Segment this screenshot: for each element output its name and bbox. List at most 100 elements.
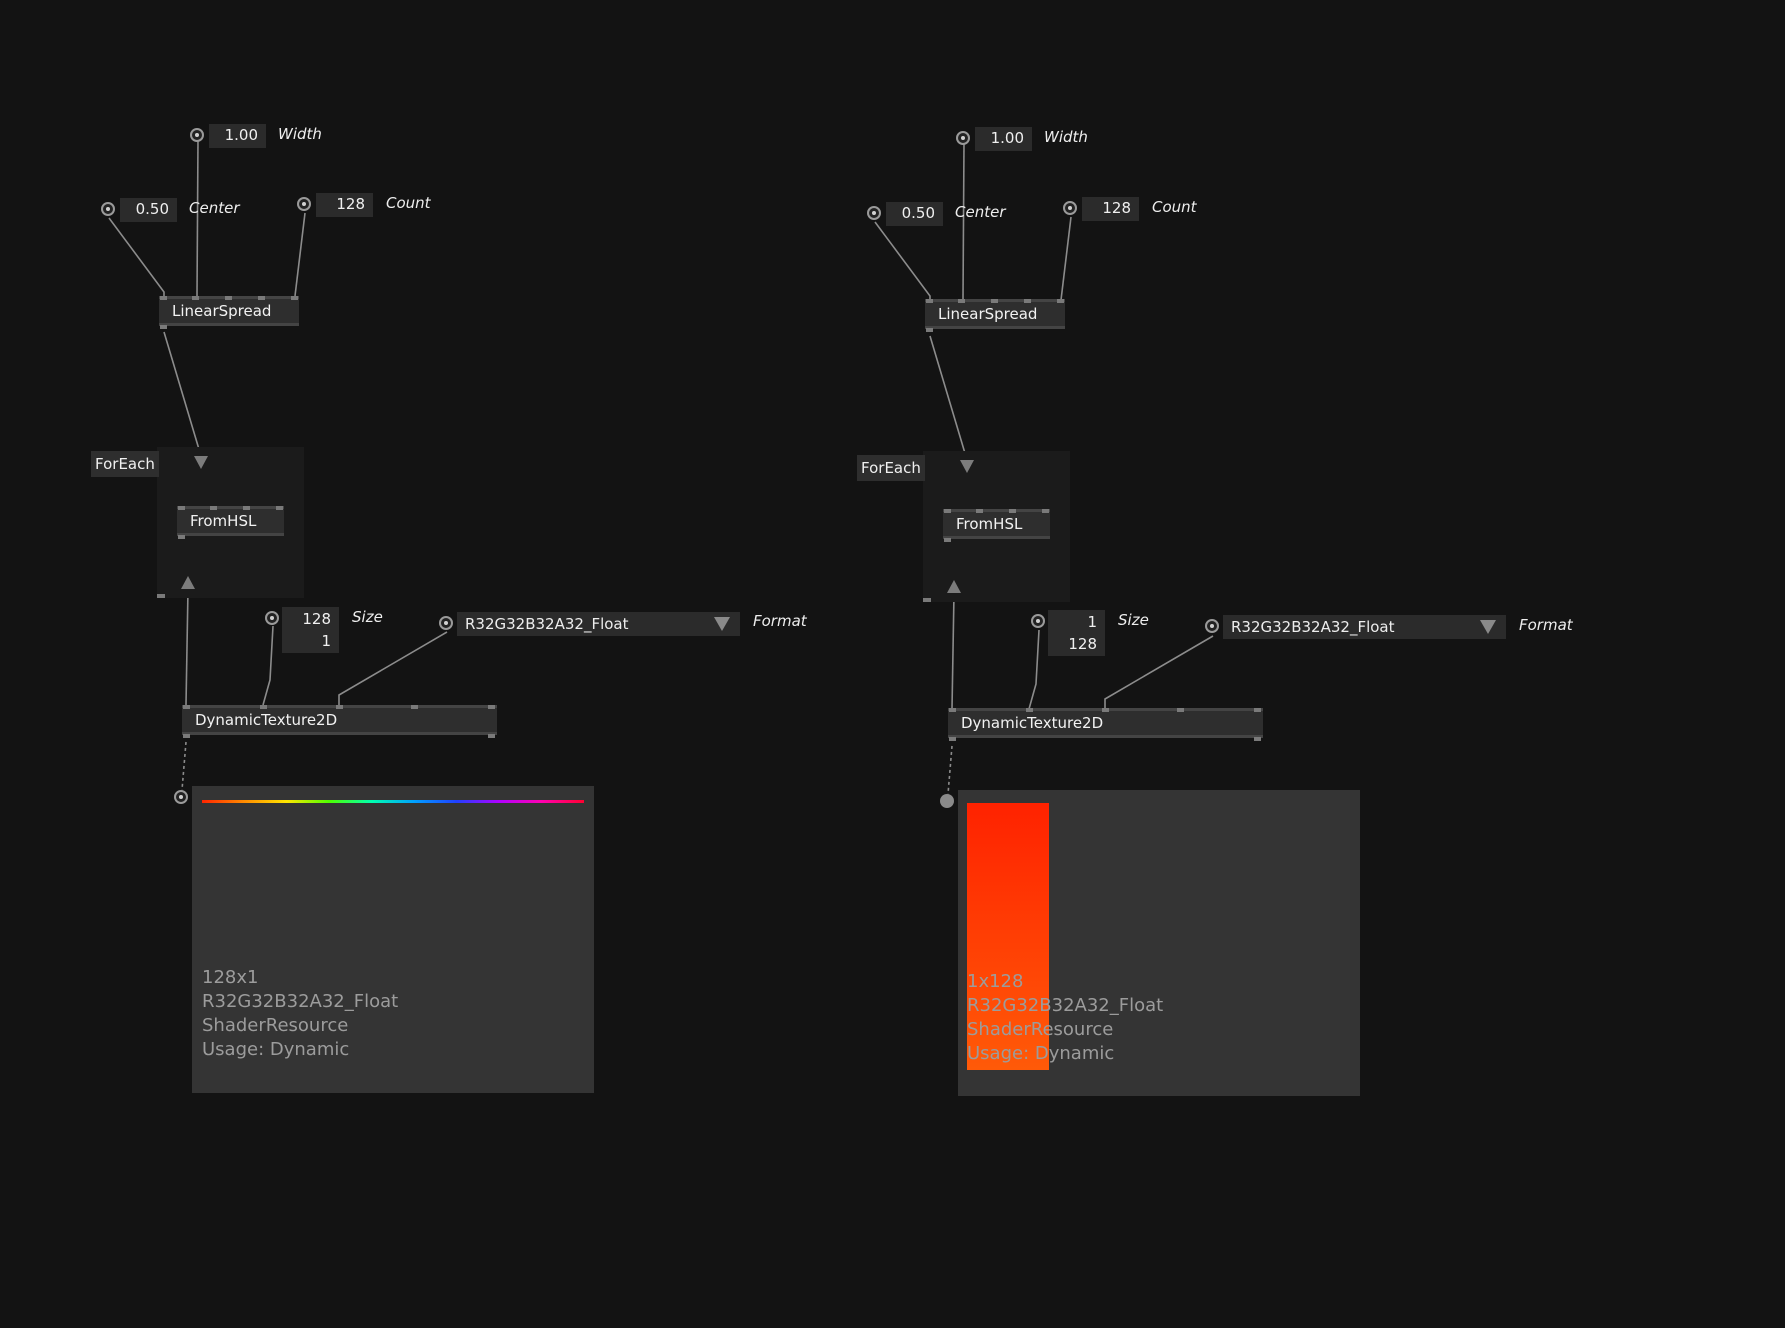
input-pin[interactable] [258,296,265,300]
input-pin[interactable] [1254,708,1261,712]
input-pin[interactable] [243,506,250,510]
input-pin[interactable] [336,705,343,709]
connection-wire [874,221,931,300]
count-pin[interactable] [297,197,311,211]
region-pin[interactable] [157,594,165,598]
width-iobox[interactable]: 1.00 [209,124,266,148]
input-pin[interactable] [411,705,418,709]
dynamictexture2d-node[interactable]: DynamicTexture2D [182,705,497,738]
format-pin[interactable] [439,616,453,630]
size-iobox[interactable]: 128 1 [282,607,339,653]
input-pin[interactable] [260,705,267,709]
center-pin[interactable] [101,202,115,216]
center-label: Center [955,203,1006,221]
preview-usage: Usage: Dynamic [202,1039,350,1060]
format-selected-value: R32G32B32A32_Float [1231,618,1395,636]
input-pin[interactable] [183,705,190,709]
dropdown-arrow-icon[interactable] [1480,620,1496,634]
input-pin[interactable] [1102,708,1109,712]
count-pin[interactable] [1063,201,1077,215]
dropdown-arrow-icon[interactable] [714,617,730,631]
fromhsl-node-title: FromHSL [956,515,1023,533]
size-y-value[interactable]: 128 [1052,633,1097,655]
size-pin[interactable] [265,611,279,625]
preview-format: R32G32B32A32_Float [967,995,1164,1016]
size-pin[interactable] [1031,614,1045,628]
output-pin[interactable] [160,325,167,329]
fromhsl-node[interactable]: FromHSL [177,506,284,539]
output-pin[interactable] [183,734,190,738]
count-iobox[interactable]: 128 [1082,197,1139,221]
input-pin[interactable] [160,296,167,300]
output-pin[interactable] [488,734,495,738]
connection-wire [1060,216,1072,301]
input-pin[interactable] [991,299,998,303]
input-pin[interactable] [210,506,217,510]
count-label: Count [1152,198,1197,216]
splicer-output-icon[interactable] [181,576,195,589]
input-pin[interactable] [976,509,983,513]
input-pin[interactable] [1177,708,1184,712]
width-pin[interactable] [956,131,970,145]
format-pin[interactable] [1205,619,1219,633]
splicer-input-icon[interactable] [194,456,208,469]
input-pin[interactable] [926,299,933,303]
input-pin[interactable] [1042,509,1049,513]
output-pin[interactable] [926,328,933,332]
input-pin[interactable] [1057,299,1064,303]
connection-wire [185,588,189,706]
size-y-value[interactable]: 1 [286,630,331,652]
output-pin[interactable] [178,535,185,539]
foreach-label[interactable]: ForEach [91,451,159,477]
count-iobox[interactable]: 128 [316,193,373,217]
center-pin[interactable] [867,206,881,220]
input-pin[interactable] [1026,708,1033,712]
width-label: Width [1044,128,1088,146]
linearspread-node-title: LinearSpread [172,302,272,320]
preview-pin[interactable] [940,794,954,808]
size-x-value[interactable]: 128 [286,608,331,630]
splicer-output-icon[interactable] [947,580,961,593]
input-pin[interactable] [1024,299,1031,303]
size-iobox[interactable]: 1 128 [1048,610,1105,656]
input-pin[interactable] [192,296,199,300]
format-label: Format [753,612,807,630]
output-pin[interactable] [944,538,951,542]
format-dropdown[interactable]: R32G32B32A32_Float [457,612,740,636]
preview-resolution: 1x128 [967,971,1024,992]
width-iobox[interactable]: 1.00 [975,127,1032,151]
center-iobox[interactable]: 0.50 [886,202,943,226]
connection-wire [108,217,165,296]
splicer-input-icon[interactable] [960,460,974,473]
format-dropdown[interactable]: R32G32B32A32_Float [1223,615,1506,639]
rainbow-texture-strip [202,800,584,803]
input-pin[interactable] [488,705,495,709]
width-label: Width [278,125,322,143]
texture-preview[interactable]: 128x1 R32G32B32A32_Float ShaderResource … [192,786,594,1093]
input-pin[interactable] [225,296,232,300]
output-pin[interactable] [949,737,956,741]
format-selected-value: R32G32B32A32_Float [465,615,629,633]
linearspread-node[interactable]: LinearSpread [925,299,1065,332]
input-pin[interactable] [944,509,951,513]
count-label: Count [386,194,431,212]
input-pin[interactable] [1009,509,1016,513]
fromhsl-node[interactable]: FromHSL [943,509,1050,542]
connection-wire [262,625,274,706]
width-pin[interactable] [190,128,204,142]
preview-pin[interactable] [174,790,188,804]
linearspread-node[interactable]: LinearSpread [159,296,299,329]
region-pin[interactable] [923,598,931,602]
center-iobox[interactable]: 0.50 [120,198,177,222]
foreach-label[interactable]: ForEach [857,455,925,481]
dynamictexture2d-node[interactable]: DynamicTexture2D [948,708,1263,741]
output-pin[interactable] [1254,737,1261,741]
input-pin[interactable] [949,708,956,712]
texture-preview[interactable]: 1x128 R32G32B32A32_Float ShaderResource … [958,790,1360,1096]
input-pin[interactable] [276,506,283,510]
input-pin[interactable] [291,296,298,300]
input-pin[interactable] [958,299,965,303]
size-label: Size [352,608,383,626]
input-pin[interactable] [178,506,185,510]
size-x-value[interactable]: 1 [1052,611,1097,633]
